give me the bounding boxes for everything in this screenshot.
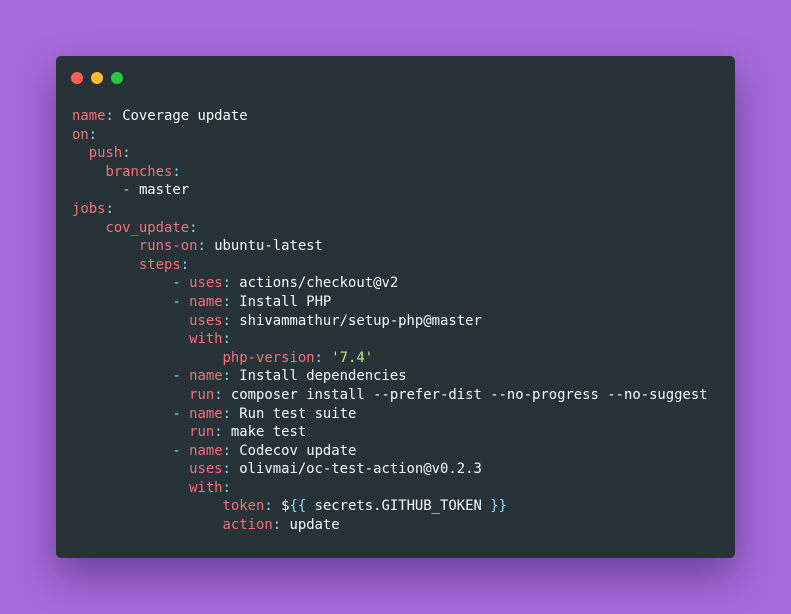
code-line-18: run: make test <box>189 424 307 441</box>
code-line-1: name: Coverage update <box>72 108 248 124</box>
code-line-5: - master <box>72 181 708 200</box>
minimize-dot-icon[interactable] <box>91 72 103 84</box>
code-line-9: steps: <box>138 256 190 273</box>
yaml-value: Install PHP <box>239 293 332 310</box>
yaml-key: jobs <box>72 200 106 217</box>
yaml-key: php-version <box>222 349 315 366</box>
code-line-10: - uses: actions/checkout@v2 <box>172 275 399 292</box>
list-dash: - <box>172 368 181 385</box>
code-line-6: jobs: <box>72 200 114 217</box>
yaml-value: composer install --prefer-dist --no-prog… <box>230 386 708 403</box>
code-line-3: push: <box>88 145 131 162</box>
maximize-dot-icon[interactable] <box>111 72 123 84</box>
yaml-key: on <box>72 126 89 143</box>
code-line-19: - name: Codecov update <box>172 442 357 459</box>
code-window: name: Coverage update on: push: branches:… <box>56 56 735 558</box>
yaml-key: name <box>189 368 223 385</box>
yaml-value: master <box>138 182 190 199</box>
yaml-value: actions/checkout@v2 <box>239 275 399 292</box>
code-line-7: cov_update: <box>105 219 198 236</box>
yaml-key: token <box>222 498 265 515</box>
template-close-brace: }} <box>490 498 507 515</box>
code-line-14: php-version: '7.4' <box>222 349 374 366</box>
yaml-value: Run test suite <box>239 405 357 422</box>
yaml-key: run <box>189 386 215 403</box>
yaml-key: steps <box>138 256 181 273</box>
code-line-8: runs-on: ubuntu-latest <box>138 238 323 255</box>
yaml-value: Coverage update <box>122 108 248 124</box>
code-line-15: - name: Install dependencies <box>172 368 407 385</box>
list-dash: - <box>172 442 181 459</box>
yaml-value: Install dependencies <box>239 368 407 385</box>
yaml-value: ubuntu-latest <box>214 238 323 255</box>
code-line-21: with: <box>189 479 231 496</box>
yaml-key: runs-on <box>138 238 198 255</box>
yaml-value: olivmai/oc-test-action@v0.2.3 <box>239 461 482 478</box>
window-controls <box>71 72 123 84</box>
list-dash: - <box>172 293 181 310</box>
yaml-key: uses <box>189 312 223 329</box>
code-line-22: token: ${{ secrets.GITHUB_TOKEN }} <box>222 498 507 515</box>
yaml-key: uses <box>189 461 223 478</box>
code-line-4: branches: <box>105 163 181 180</box>
yaml-key: push <box>88 145 123 162</box>
code-line-16: run: composer install --prefer-dist --no… <box>189 386 708 403</box>
yaml-value: shivammathur/setup-php@master <box>239 312 482 329</box>
yaml-value: update <box>289 517 340 534</box>
code-line-11: - name: Install PHP <box>172 293 332 310</box>
yaml-string-value: '7.4' <box>331 349 374 366</box>
yaml-key: name <box>189 442 223 459</box>
code-line-20: uses: olivmai/oc-test-action@v0.2.3 <box>189 461 482 478</box>
yaml-key: name <box>189 405 223 422</box>
yaml-value: make test <box>230 424 307 441</box>
yaml-value: secrets.GITHUB_TOKEN <box>306 498 491 515</box>
yaml-key: run <box>189 424 215 441</box>
code-line-2: on: <box>72 126 98 143</box>
yaml-key: with <box>189 331 223 348</box>
code-line-12: uses: shivammathur/setup-php@master <box>189 312 482 329</box>
template-open-brace: {{ <box>289 498 307 515</box>
yaml-key: with <box>189 479 223 496</box>
code-line-23: action: update <box>222 517 340 534</box>
yaml-key: branches <box>105 163 173 180</box>
yaml-code-block: name: Coverage update on: push: branches:… <box>72 107 708 535</box>
yaml-value: Codecov update <box>239 442 357 459</box>
yaml-key: action <box>222 517 273 534</box>
list-dash: - <box>122 182 131 199</box>
yaml-key: cov_update <box>105 219 190 236</box>
list-dash: - <box>172 405 181 422</box>
close-dot-icon[interactable] <box>71 72 83 84</box>
code-line-17: - name: Run test suite <box>172 405 357 422</box>
list-dash: - <box>172 275 181 292</box>
yaml-key: uses <box>189 275 223 292</box>
code-line-13: with: <box>189 331 231 348</box>
yaml-key: name <box>189 293 223 310</box>
yaml-key: name <box>72 108 106 124</box>
